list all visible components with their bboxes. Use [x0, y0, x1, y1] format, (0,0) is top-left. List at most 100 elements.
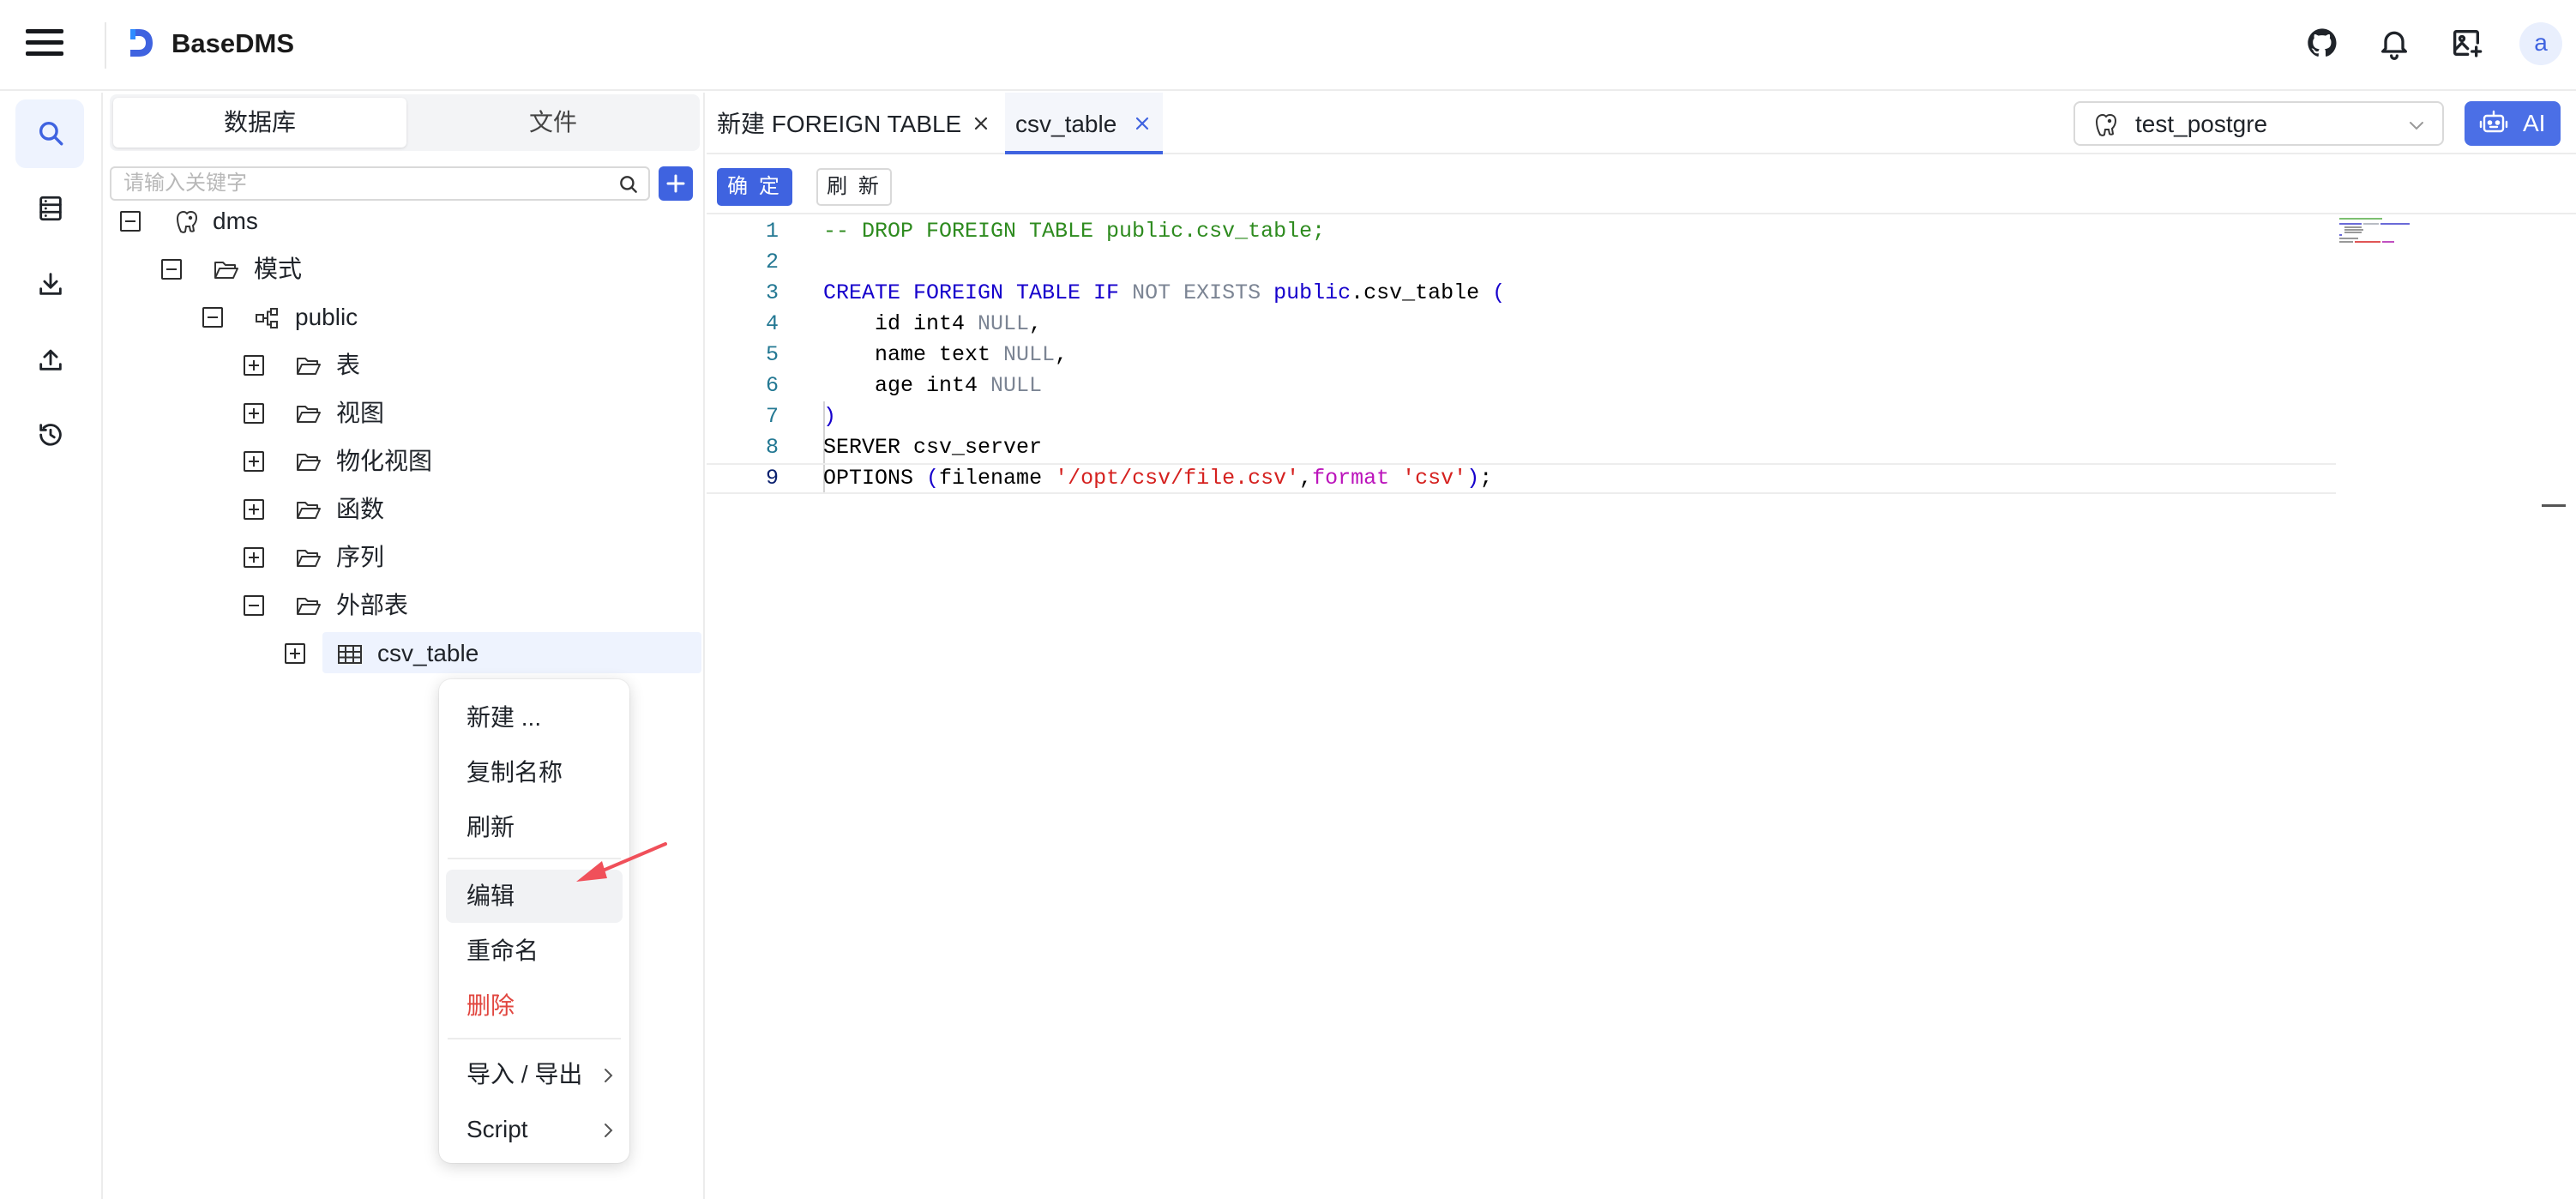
expand-toggle-icon[interactable]: [244, 451, 264, 472]
code-token: ): [1466, 466, 1480, 491]
code-line[interactable]: 7): [707, 401, 2336, 432]
rail-history-button[interactable]: [15, 401, 84, 470]
tab-new-foreign-table[interactable]: 新建 FOREIGN TABLE: [707, 93, 1002, 154]
menu-item-script[interactable]: Script: [446, 1103, 623, 1156]
tab-csv-table[interactable]: csv_table: [1005, 93, 1163, 154]
search-box: [110, 166, 650, 201]
code-line[interactable]: 1 -- DROP FOREIGN TABLE public.csv_table;: [707, 216, 2336, 247]
tree-node-views[interactable]: 视图: [105, 390, 705, 438]
rail-search-button[interactable]: [15, 99, 84, 168]
menu-item-copy-name[interactable]: 复制名称: [446, 746, 623, 799]
github-icon[interactable]: [2305, 26, 2339, 60]
tree-label: 外部表: [336, 592, 409, 618]
app-title: BaseDMS: [172, 28, 294, 58]
refresh-button[interactable]: 刷 新: [816, 168, 892, 206]
code-text: name text NULL,: [823, 340, 1068, 371]
tree-node-foreign-tables[interactable]: 外部表: [105, 582, 705, 630]
image-plus-icon[interactable]: [2449, 26, 2483, 60]
tree-node-functions[interactable]: 函数: [105, 486, 705, 534]
code-token: NULL: [990, 373, 1043, 398]
menu-item-new[interactable]: 新建 ...: [446, 691, 623, 744]
line-number: 6: [765, 373, 779, 398]
code-token: '/opt/csv/file.csv': [1055, 466, 1300, 491]
collapse-toggle-icon[interactable]: [244, 595, 264, 616]
expand-toggle-icon[interactable]: [285, 643, 305, 664]
code-line[interactable]: 9 OPTIONS (filename '/opt/csv/file.csv',f…: [707, 463, 2336, 494]
robot-icon: [2479, 110, 2508, 133]
menu-item-import-export[interactable]: 导入 / 导出: [446, 1048, 623, 1101]
menu-item-rename[interactable]: 重命名: [446, 925, 623, 978]
tree-node-public[interactable]: public: [105, 294, 705, 342]
connection-select[interactable]: test_postgre: [2073, 101, 2444, 146]
collapse-toggle-icon[interactable]: [120, 211, 141, 232]
chevron-down-icon: [2410, 122, 2423, 130]
code-line[interactable]: 6 age int4 NULL: [707, 371, 2336, 401]
folder-open-icon: [297, 598, 321, 615]
expand-toggle-icon[interactable]: [244, 403, 264, 424]
sql-code-editor[interactable]: 1 -- DROP FOREIGN TABLE public.csv_table;…: [707, 216, 2576, 1199]
rail-database-button[interactable]: [15, 175, 84, 244]
line-number: 2: [765, 250, 779, 274]
menu-item-label: 新建 ...: [466, 704, 542, 731]
rail-upload-button[interactable]: [15, 326, 84, 395]
scrollbar-marker[interactable]: [2542, 504, 2566, 507]
tree-node-csv-table[interactable]: csv_table: [105, 630, 705, 678]
tree-node-sequences[interactable]: 序列: [105, 534, 705, 582]
tree-label: 表: [336, 352, 361, 378]
code-line[interactable]: 2: [707, 247, 2336, 278]
ai-assistant-button[interactable]: AI: [2465, 101, 2561, 146]
tree-label: public: [295, 304, 358, 330]
code-line[interactable]: 5 name text NULL,: [707, 340, 2336, 371]
menu-toggle-icon[interactable]: [26, 26, 65, 60]
close-icon[interactable]: [969, 111, 993, 136]
code-token: ): [823, 404, 837, 429]
code-token: public: [1273, 280, 1351, 305]
code-token: (: [1492, 280, 1506, 305]
tab-database[interactable]: 数据库: [113, 98, 406, 148]
code-token: ,: [1029, 311, 1043, 336]
search-input[interactable]: [123, 168, 604, 199]
tree-label: 序列: [336, 544, 385, 570]
collapse-toggle-icon[interactable]: [161, 259, 182, 280]
code-line[interactable]: 8 SERVER csv_server: [707, 432, 2336, 463]
menu-item-delete[interactable]: 删除: [446, 979, 623, 1033]
add-connection-button[interactable]: [659, 166, 693, 201]
tab-label: csv_table: [1015, 111, 1117, 137]
annotation-arrow-icon: [576, 842, 667, 882]
expand-toggle-icon[interactable]: [244, 547, 264, 568]
tree-node-tables[interactable]: 表: [105, 342, 705, 390]
tab-files[interactable]: 文件: [406, 98, 700, 148]
ai-label: AI: [2523, 110, 2546, 136]
folder-open-icon: [214, 262, 238, 279]
code-token: id int4: [823, 311, 978, 336]
chevron-right-icon: [605, 1069, 613, 1082]
tree-label: 物化视图: [336, 448, 433, 474]
code-line[interactable]: 3 CREATE FOREIGN TABLE IF NOT EXISTS publ…: [707, 278, 2336, 309]
menu-item-label: 刷新: [466, 814, 515, 841]
menu-separator: [448, 1038, 621, 1039]
code-minimap[interactable]: [2339, 216, 2442, 250]
expand-toggle-icon[interactable]: [244, 355, 264, 376]
collapse-toggle-icon[interactable]: [202, 307, 223, 328]
code-line[interactable]: 4 id int4 NULL,: [707, 309, 2336, 340]
bell-icon[interactable]: [2377, 26, 2411, 60]
code-token: format: [1312, 466, 1390, 491]
search-icon[interactable]: [617, 173, 640, 196]
expand-toggle-icon[interactable]: [244, 499, 264, 520]
avatar[interactable]: a: [2519, 22, 2562, 65]
tree-node-materialized-views[interactable]: 物化视图: [105, 438, 705, 486]
code-token: NOT EXISTS: [1132, 280, 1261, 305]
code-text: CREATE FOREIGN TABLE IF NOT EXISTS publi…: [823, 278, 1505, 309]
folder-open-icon: [297, 502, 321, 519]
download-icon: [39, 273, 62, 295]
tree-node-dms[interactable]: dms: [105, 198, 705, 246]
rail-download-button[interactable]: [15, 250, 84, 319]
close-icon[interactable]: [1130, 111, 1154, 136]
confirm-button[interactable]: 确 定: [717, 168, 792, 206]
line-number: 8: [765, 435, 779, 460]
explorer-tabs: 数据库 文件: [110, 94, 700, 151]
tree-node-schemas[interactable]: 模式: [105, 246, 705, 294]
document-tabs: 新建 FOREIGN TABLE csv_table test_postgre …: [707, 93, 2576, 154]
